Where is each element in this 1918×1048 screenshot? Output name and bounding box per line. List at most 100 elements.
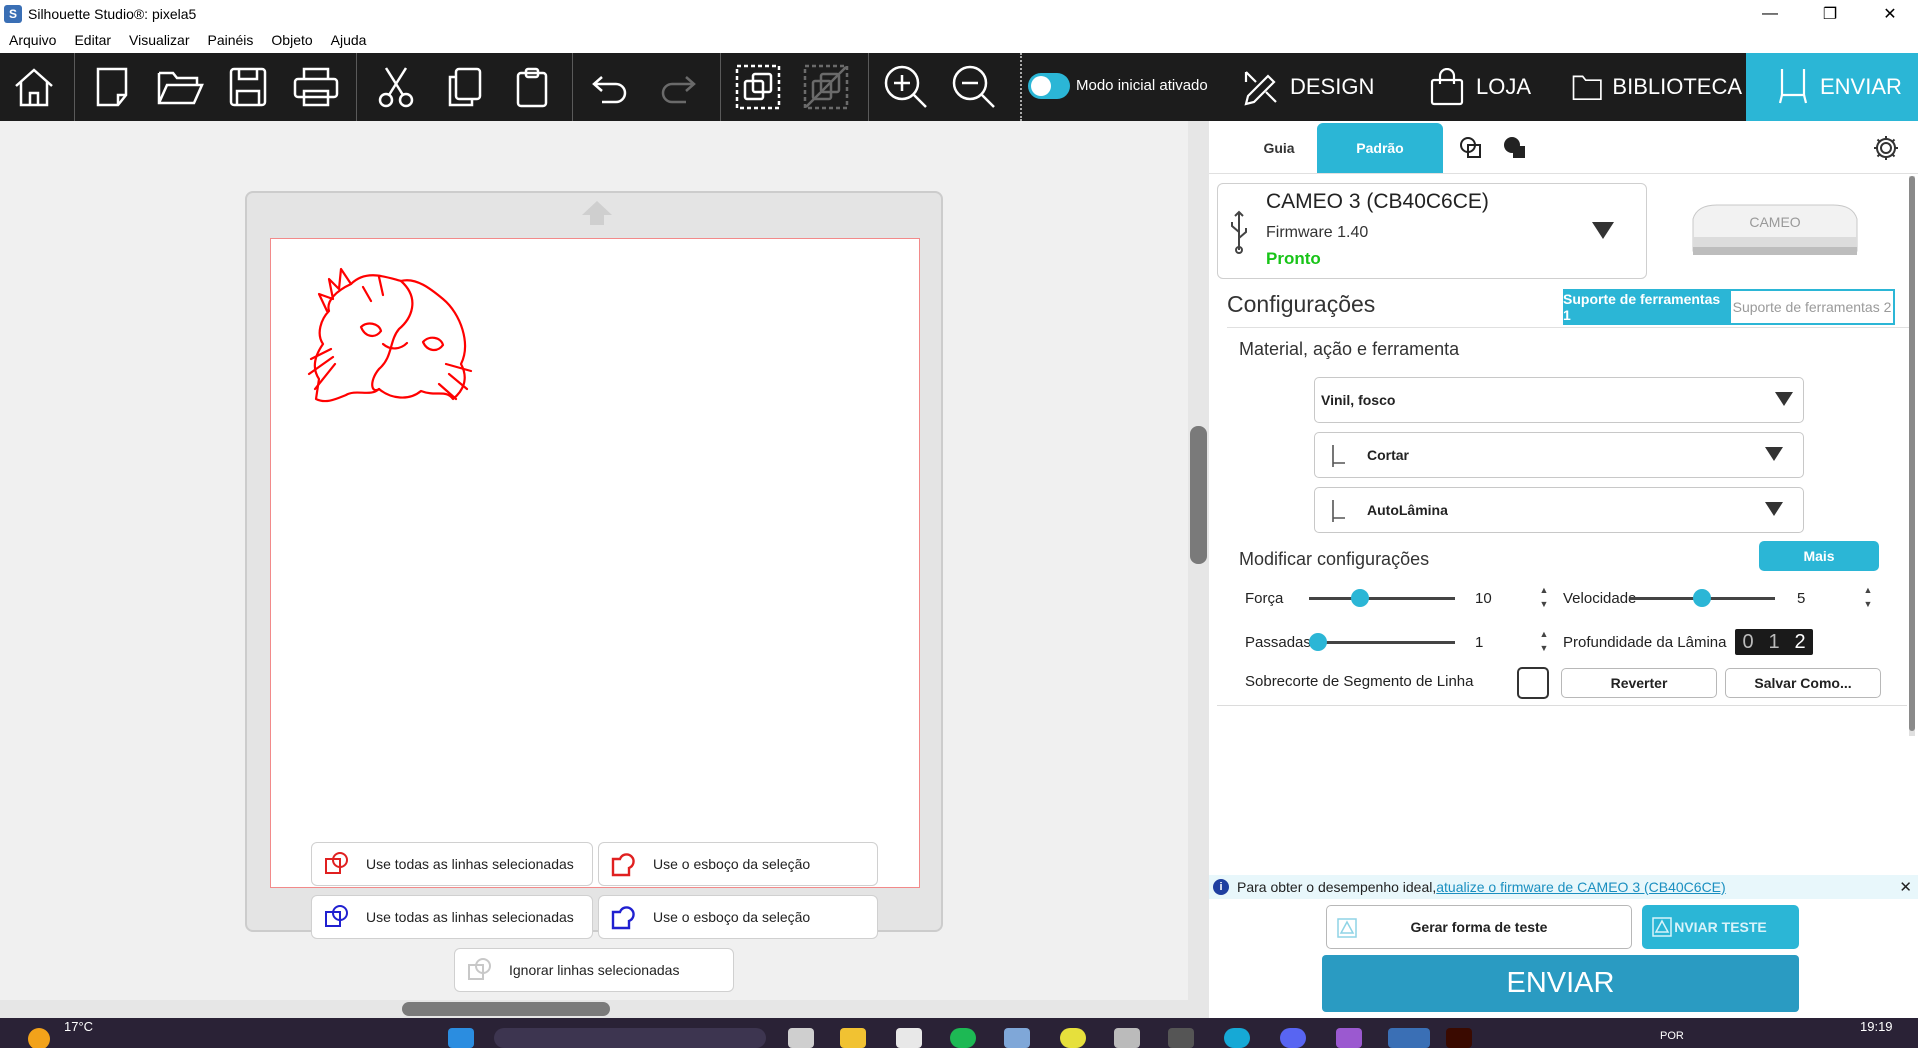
tab-guide[interactable]: Guia [1233, 123, 1325, 173]
menu-arquivo[interactable]: Arquivo [0, 32, 65, 48]
zoom-in-icon[interactable] [878, 59, 934, 115]
new-document-icon[interactable] [84, 59, 140, 115]
tool-dropdown[interactable]: AutoLâmina [1314, 487, 1804, 533]
tab-store[interactable]: LOJA [1428, 53, 1540, 121]
passes-slider[interactable] [1309, 641, 1455, 644]
home-icon[interactable] [6, 59, 62, 115]
app-icon-1[interactable] [1004, 1028, 1030, 1048]
passes-stepper[interactable]: ▲ ▼ [1537, 627, 1551, 657]
save-as-button[interactable]: Salvar Como... [1725, 668, 1881, 698]
app-icon-3[interactable] [1114, 1028, 1140, 1048]
minimize-button[interactable]: — [1742, 0, 1798, 27]
discord-icon[interactable] [1280, 1028, 1306, 1048]
speed-slider-knob[interactable] [1693, 589, 1711, 607]
task-view-icon[interactable] [788, 1028, 814, 1048]
force-stepper[interactable]: ▲ ▼ [1537, 583, 1551, 613]
app-icon-2[interactable] [1060, 1028, 1086, 1048]
save-icon[interactable] [220, 59, 276, 115]
menu-editar[interactable]: Editar [65, 32, 120, 48]
ignore-lines-button[interactable]: Ignorar linhas selecionadas [454, 948, 734, 992]
menu-ajuda[interactable]: Ajuda [322, 32, 376, 48]
menu-objeto[interactable]: Objeto [262, 32, 321, 48]
force-slider-knob[interactable] [1351, 589, 1370, 607]
passes-value[interactable]: 1 [1475, 634, 1483, 651]
close-notice-icon[interactable]: ✕ [1899, 878, 1912, 896]
blade-depth-dial[interactable]: 0 1 2 [1735, 629, 1813, 655]
speed-value[interactable]: 5 [1797, 590, 1805, 607]
vertical-scrollbar[interactable] [1188, 121, 1209, 1018]
group-icon[interactable] [730, 59, 786, 115]
firmware-notice-text: Para obter o desempenho ideal, [1237, 879, 1437, 895]
red-use-outline-label: Use o esboço da seleção [653, 856, 811, 872]
app-icon-4[interactable] [1168, 1028, 1194, 1048]
vertical-scroll-thumb[interactable] [1190, 426, 1207, 564]
machine-selector[interactable]: CAMEO 3 (CB40C6CE) Firmware 1.40 Pronto [1217, 183, 1647, 279]
firmware-version: Firmware 1.40 [1266, 224, 1369, 241]
maximize-button[interactable]: ❐ [1802, 0, 1858, 27]
design-canvas[interactable]: Use todas as linhas selecionadas Use o e… [0, 121, 1188, 1018]
blue-use-outline-button[interactable]: Use o esboço da seleção [598, 895, 878, 939]
store-icon[interactable] [896, 1028, 922, 1048]
clock[interactable]: 19:19 [1860, 1019, 1893, 1034]
app-icon-6[interactable] [1336, 1028, 1362, 1048]
gear-icon[interactable] [1863, 123, 1909, 173]
overcut-checkbox[interactable] [1517, 667, 1549, 699]
shapes-icon[interactable] [1451, 123, 1491, 173]
silhouette-taskbar-icon[interactable] [1388, 1028, 1430, 1048]
ignore-lines-label: Ignorar linhas selecionadas [509, 962, 680, 978]
test-shape-button[interactable]: Gerar forma de teste [1326, 905, 1632, 949]
tab-tool-holder-2[interactable]: Suporte de ferramentas 2 [1729, 289, 1895, 325]
undo-icon[interactable] [582, 59, 638, 115]
cut-design-cats[interactable] [271, 239, 921, 889]
red-use-all-lines-label: Use todas as linhas selecionadas [366, 856, 574, 872]
redo-icon[interactable] [650, 59, 706, 115]
force-value[interactable]: 10 [1475, 590, 1492, 607]
revert-button[interactable]: Reverter [1561, 668, 1717, 698]
passes-slider-knob[interactable] [1309, 633, 1327, 651]
app-icon-5[interactable] [1224, 1028, 1250, 1048]
search-box[interactable] [494, 1028, 766, 1048]
copy-icon[interactable] [436, 59, 492, 115]
passes-label: Passadas [1245, 634, 1311, 651]
send-test-button[interactable]: NVIAR TESTE [1642, 905, 1799, 949]
cut-icon[interactable] [368, 59, 424, 115]
tab-design[interactable]: DESIGN [1242, 53, 1382, 121]
panel-scrollbar[interactable] [1909, 176, 1915, 736]
material-dropdown[interactable]: Vinil, fosco [1314, 377, 1804, 423]
send-button[interactable]: ENVIAR [1322, 955, 1799, 1012]
illustrator-icon[interactable] [1446, 1028, 1472, 1048]
menu-paineis[interactable]: Painéis [198, 32, 262, 48]
zoom-out-icon[interactable] [946, 59, 1002, 115]
ungroup-icon[interactable] [798, 59, 854, 115]
red-use-all-lines-button[interactable]: Use todas as linhas selecionadas [311, 842, 593, 886]
red-use-outline-button[interactable]: Use o esboço da seleção [598, 842, 878, 886]
open-folder-icon[interactable] [152, 59, 208, 115]
fill-shapes-icon[interactable] [1495, 123, 1535, 173]
horizontal-scrollbar[interactable] [0, 1000, 1188, 1018]
app-window: S Silhouette Studio®: pixela5 — ❐ ✕ Arqu… [0, 0, 1918, 1048]
horizontal-scroll-thumb[interactable] [402, 1002, 610, 1016]
panel-scroll-thumb[interactable] [1909, 176, 1915, 731]
update-firmware-link[interactable]: atualize o firmware de CAMEO 3 (CB40C6CE… [1436, 879, 1725, 895]
start-icon[interactable] [448, 1028, 474, 1048]
test-shape-label: Gerar forma de teste [1410, 919, 1548, 935]
tab-library[interactable]: BIBLIOTECA [1572, 53, 1742, 121]
beginner-mode-toggle[interactable] [1028, 73, 1070, 99]
close-window-button[interactable]: ✕ [1862, 0, 1918, 27]
speed-stepper[interactable]: ▲ ▼ [1861, 583, 1875, 613]
file-explorer-icon[interactable] [840, 1028, 866, 1048]
menu-visualizar[interactable]: Visualizar [120, 32, 198, 48]
tab-standard[interactable]: Padrão [1317, 123, 1443, 173]
language-indicator[interactable]: POR [1660, 1030, 1684, 1042]
force-slider[interactable] [1309, 597, 1455, 600]
weather-icon[interactable] [28, 1028, 50, 1048]
more-button[interactable]: Mais [1759, 541, 1879, 571]
tab-send[interactable]: ENVIAR [1746, 53, 1918, 121]
paste-icon[interactable] [504, 59, 560, 115]
spotify-icon[interactable] [950, 1028, 976, 1048]
tab-tool-holder-1[interactable]: Suporte de ferramentas 1 [1563, 289, 1729, 325]
blue-use-all-lines-button[interactable]: Use todas as linhas selecionadas [311, 895, 593, 939]
page-area[interactable] [270, 238, 920, 888]
action-dropdown[interactable]: Cortar [1314, 432, 1804, 478]
print-icon[interactable] [288, 59, 344, 115]
